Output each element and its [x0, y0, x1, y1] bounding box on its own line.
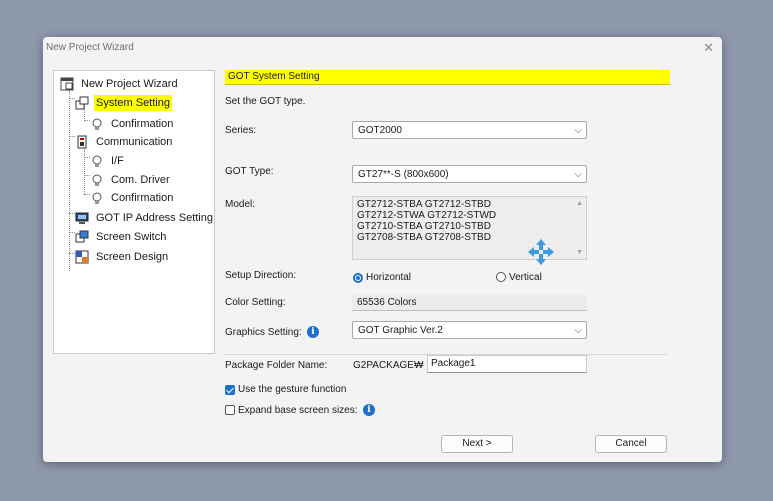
close-icon[interactable]: ✕	[703, 40, 714, 56]
expand-base-screen-checkbox[interactable]	[225, 405, 235, 415]
got-type-label: GOT Type:	[225, 166, 274, 177]
got-type-value: GT27**-S (800x600)	[358, 169, 449, 180]
model-list-scrollbar[interactable]: ▲ ▼	[572, 197, 586, 259]
chevron-down-icon: ⌵	[574, 325, 582, 336]
series-select[interactable]: GOT2000 ⌵	[352, 121, 587, 139]
scroll-up-icon[interactable]: ▲	[576, 200, 583, 207]
graphics-setting-label: Graphics Setting:	[225, 327, 302, 338]
next-button[interactable]: Next >	[441, 435, 513, 453]
gesture-checkbox-label: Use the gesture function	[238, 384, 347, 395]
horizontal-radio-label: Horizontal	[366, 272, 412, 283]
tree-item-label: Screen Switch	[96, 231, 167, 243]
graphics-setting-info-icon[interactable]: i	[307, 326, 319, 338]
graphics-setting-value: GOT Graphic Ver.2	[358, 325, 443, 336]
horizontal-radio[interactable]	[353, 273, 363, 283]
section-header-got-system-setting: GOT System Setting	[225, 70, 670, 85]
tree-item-label: Screen Design	[96, 251, 169, 263]
screen-design-icon	[75, 250, 89, 264]
expand-base-screen-label: Expand base screen sizes:	[238, 405, 358, 416]
expand-info-icon[interactable]: i	[363, 404, 375, 416]
color-setting-value: 65536 Colors	[352, 295, 587, 311]
new-project-wizard-dialog: New Project Wizard ✕ New Project Wizard	[43, 37, 722, 462]
tree-item-label: Confirmation	[111, 118, 174, 130]
tree-item-label: Confirmation	[111, 192, 174, 204]
gesture-checkbox[interactable]	[225, 385, 235, 395]
tree-item-label: GOT IP Address Setting	[96, 212, 213, 224]
move-cursor-icon	[528, 239, 554, 265]
package-folder-label: Package Folder Name:	[225, 360, 328, 371]
window-title: New Project Wizard	[46, 42, 134, 53]
chevron-down-icon: ⌵	[574, 125, 582, 136]
vertical-radio-label: Vertical	[509, 272, 542, 283]
vertical-radio[interactable]	[496, 272, 506, 282]
tree-item-label: New Project Wizard	[81, 78, 178, 90]
tree-item-label: I/F	[111, 155, 124, 167]
tree-connector	[69, 91, 70, 271]
list-item[interactable]: GT2712-STWA GT2712-STWD	[357, 210, 496, 221]
tree-item-label: Communication	[96, 136, 173, 148]
list-item[interactable]: GT2710-STBA GT2710-STBD	[357, 221, 491, 232]
wizard-step-tree: New Project Wizard System Setting Confir…	[53, 70, 215, 354]
tree-item-label: Com. Driver	[111, 174, 170, 186]
list-item[interactable]: GT2712-STBA GT2712-STBD	[357, 199, 491, 210]
system-setting-icon	[75, 96, 89, 110]
graphics-setting-select[interactable]: GOT Graphic Ver.2 ⌵	[352, 321, 587, 339]
scroll-down-icon[interactable]: ▼	[576, 249, 583, 256]
bulb-icon	[92, 118, 102, 130]
setup-direction-label: Setup Direction:	[225, 270, 297, 281]
title-bar: New Project Wizard ✕	[43, 37, 722, 59]
ip-address-icon	[75, 212, 89, 224]
color-setting-label: Color Setting:	[225, 297, 286, 308]
instruction-text: Set the GOT type.	[225, 96, 306, 107]
chevron-down-icon: ⌵	[574, 169, 582, 180]
cancel-button[interactable]: Cancel	[595, 435, 667, 453]
package-folder-input[interactable]: Package1	[427, 355, 587, 373]
list-item[interactable]: GT2708-STBA GT2708-STBD	[357, 232, 491, 243]
tree-item-label: System Setting	[94, 95, 172, 111]
got-type-select[interactable]: GT27**-S (800x600) ⌵	[352, 165, 587, 183]
screen-switch-icon	[75, 230, 89, 243]
series-value: GOT2000	[358, 125, 402, 136]
package-prefix: G2PACKAGE₩	[353, 360, 424, 371]
bulb-icon	[92, 192, 102, 204]
model-label: Model:	[225, 199, 256, 210]
series-label: Series:	[225, 125, 257, 136]
bulb-icon	[92, 155, 102, 167]
communication-icon	[77, 135, 87, 149]
wizard-icon	[60, 77, 74, 91]
bulb-icon	[92, 174, 102, 186]
